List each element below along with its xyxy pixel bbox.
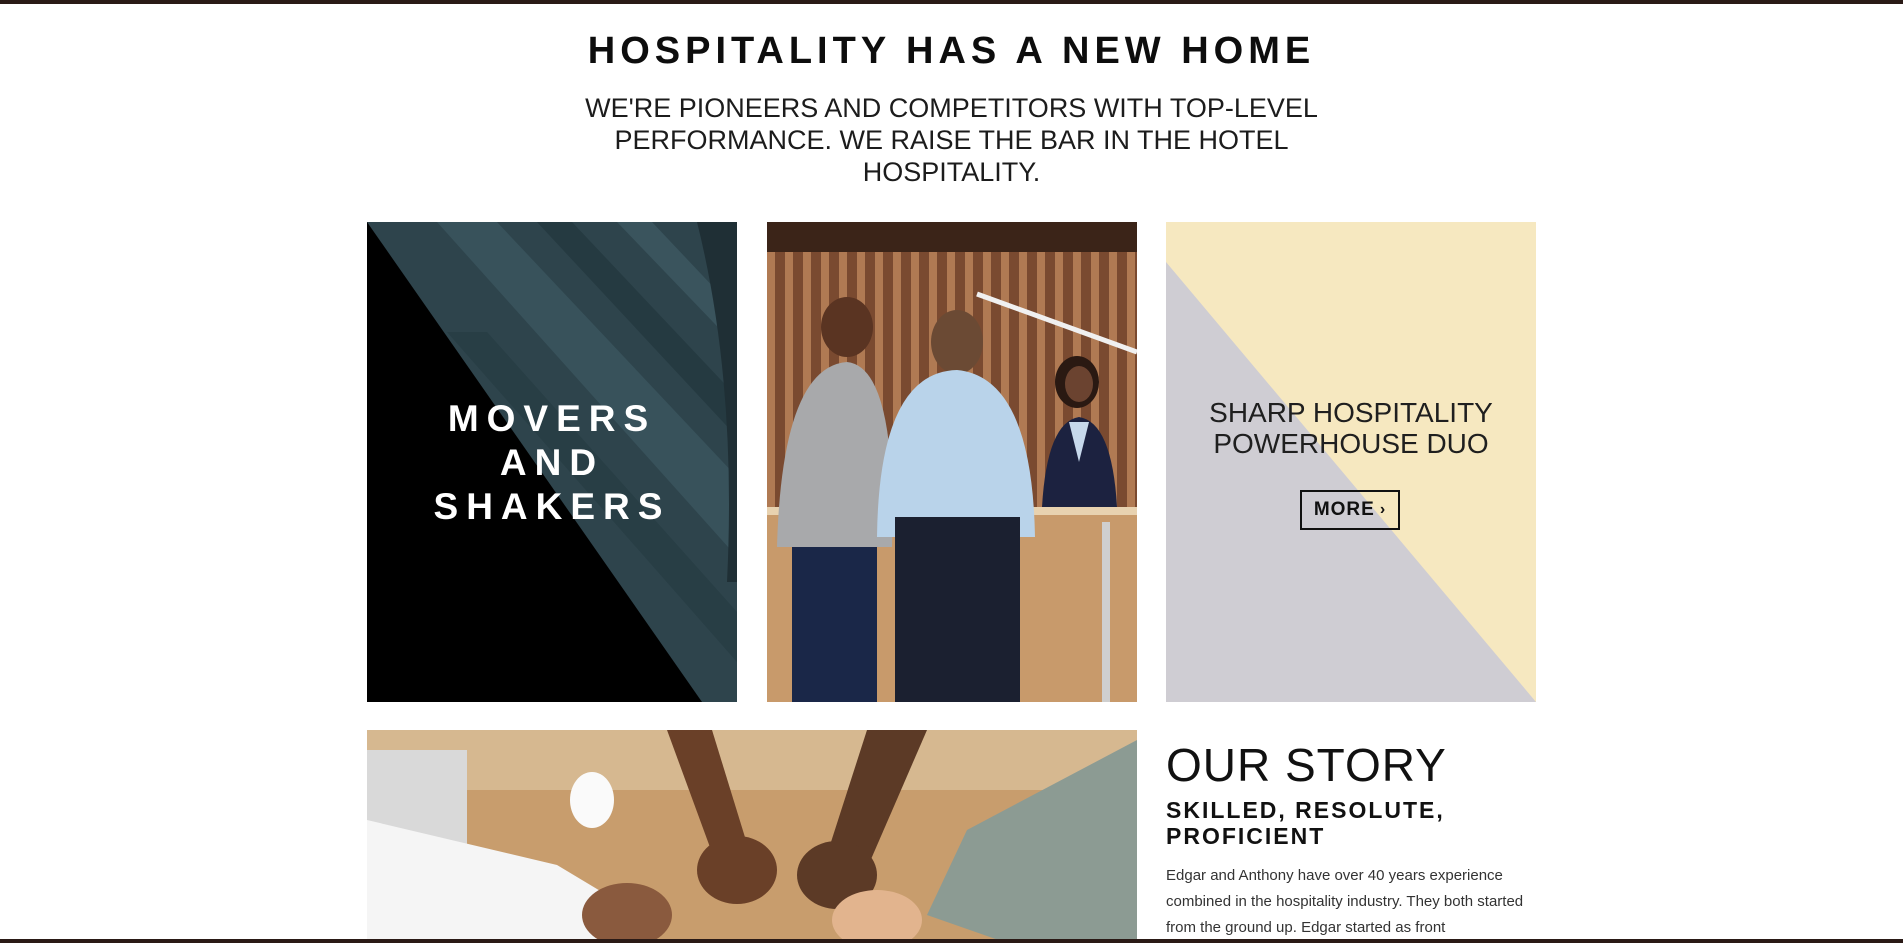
duo-heading: SHARP HOSPITALITY POWERHOUSE DUO bbox=[1166, 397, 1536, 459]
fist-bump-photo bbox=[367, 730, 1137, 943]
duo-diagonal-graphic bbox=[1166, 222, 1536, 702]
hero-subtitle: WE'RE PIONEERS AND COMPETITORS WITH TOP-… bbox=[585, 93, 1318, 187]
top-rule bbox=[0, 0, 1903, 4]
more-button[interactable]: MORE › bbox=[1300, 490, 1400, 530]
duo-line-1: SHARP HOSPITALITY bbox=[1209, 397, 1493, 428]
reception-photo bbox=[767, 222, 1137, 702]
fist-bump-illustration bbox=[367, 730, 1137, 943]
chevron-right-icon: › bbox=[1379, 501, 1387, 518]
duo-card: SHARP HOSPITALITY POWERHOUSE DUO MORE › bbox=[1166, 222, 1536, 702]
movers-line-2: AND bbox=[499, 442, 605, 483]
story-body: Edgar and Anthony have over 40 years exp… bbox=[1166, 867, 1524, 936]
movers-line-3: SHAKERS bbox=[433, 486, 671, 527]
story-subheading: SKILLED, RESOLUTE, PROFICIENT bbox=[1166, 797, 1445, 849]
movers-heading: MOVERS AND SHAKERS bbox=[367, 397, 737, 529]
hero-title: HOSPITALITY HAS A NEW HOME bbox=[587, 30, 1316, 72]
bottom-rule bbox=[0, 939, 1903, 943]
movers-line-1: MOVERS bbox=[447, 398, 657, 439]
story-heading: OUR STORY bbox=[1166, 739, 1447, 791]
movers-card: MOVERS AND SHAKERS bbox=[367, 222, 737, 702]
more-button-label: MORE bbox=[1313, 499, 1375, 520]
reception-photo-illustration bbox=[767, 222, 1137, 702]
duo-line-2: POWERHOUSE DUO bbox=[1213, 428, 1489, 459]
